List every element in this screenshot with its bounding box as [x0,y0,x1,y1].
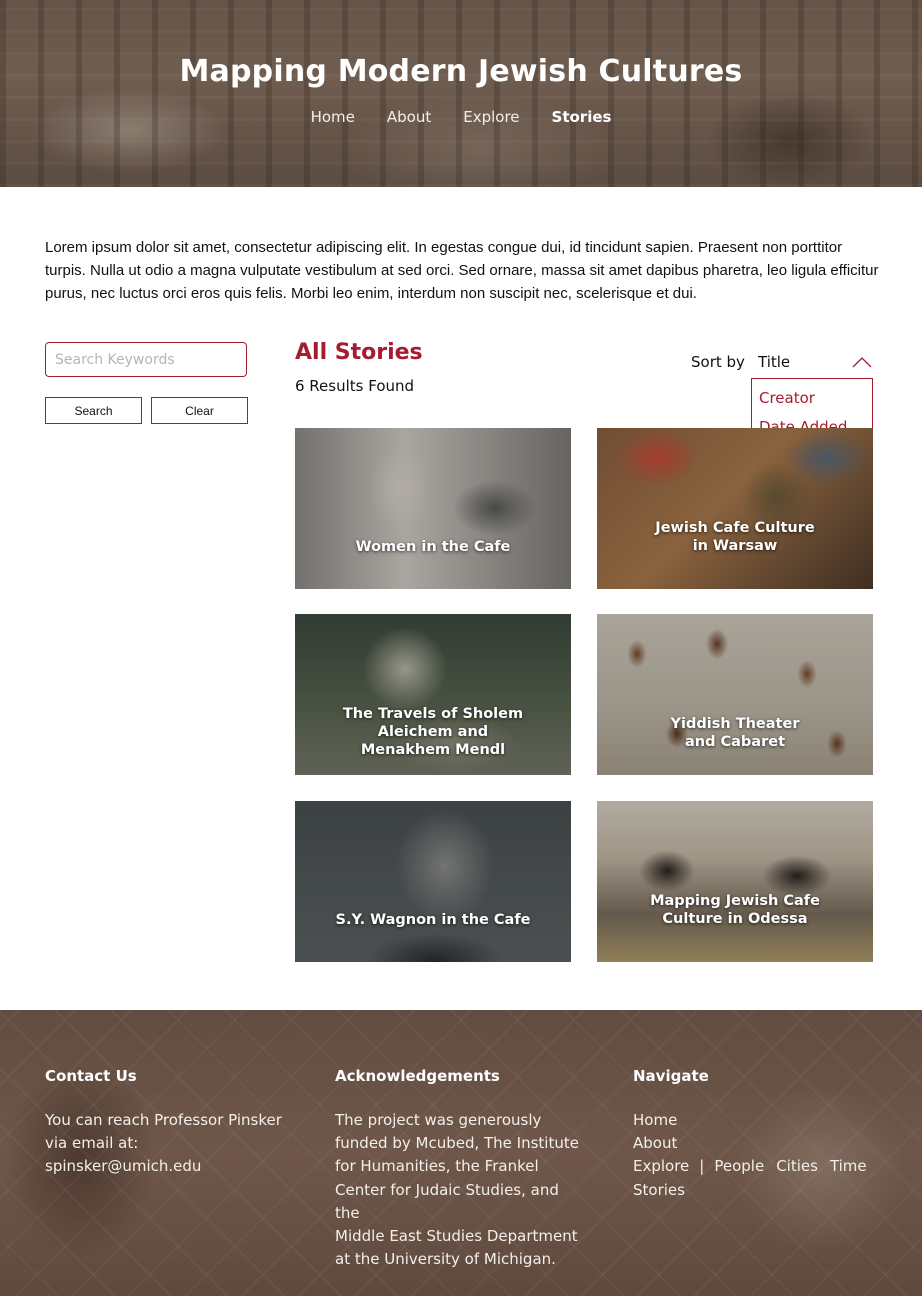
story-title-line: Aleichem and [377,723,489,740]
ack-line: Middle East Studies Department [335,1227,578,1246]
contact-text: You can reach Professor Pinsker via emai… [45,1109,295,1179]
sort-label: Sort by [691,353,745,371]
ack-line: Center for Judaic Studies, and the [335,1180,559,1222]
search-input[interactable] [45,342,247,377]
story-title-line: Menakhem Mendl [360,741,506,758]
story-title-line: Culture in Odessa [662,910,808,927]
ack-line: for Humanities, the Frankel [335,1157,539,1176]
footer-link-home[interactable]: Home [633,1109,867,1132]
story-card-wagnon[interactable]: S.Y. Wagnon in the Cafe [295,801,571,962]
site-title[interactable]: Mapping Modern Jewish Cultures [0,54,922,89]
ack-line: The project was generously [335,1111,542,1129]
story-card-title: Jewish Cafe Culture in Warsaw [617,428,853,589]
navigate-heading: Navigate [633,1067,709,1085]
site-footer: Contact Us You can reach Professor Pinsk… [0,1010,922,1296]
chevron-up-icon [852,357,872,368]
search-button[interactable]: Search [45,397,142,424]
stories-heading: All Stories [295,340,423,365]
story-card-sholem-aleichem[interactable]: The Travels of Sholem Aleichem and Menak… [295,614,571,775]
story-card-warsaw[interactable]: Jewish Cafe Culture in Warsaw [597,428,873,589]
contact-heading: Contact Us [45,1067,137,1085]
nav-explore[interactable]: Explore [463,108,519,126]
acknowledgements-text: The project was generously funded by Mcu… [335,1109,585,1271]
footer-link-time[interactable]: Time [830,1155,867,1178]
contact-line: via email at: spinsker@umich.edu [45,1134,202,1176]
nav-stories[interactable]: Stories [552,108,612,126]
story-card-title: Yiddish Theater and Cabaret [617,614,853,775]
story-card-title: Mapping Jewish Cafe Culture in Odessa [617,801,853,962]
header-overlay [0,0,922,187]
footer-link-stories[interactable]: Stories [633,1179,867,1202]
site-header: Mapping Modern Jewish Cultures Home Abou… [0,0,922,187]
story-card-women-in-the-cafe[interactable]: Women in the Cafe [295,428,571,589]
results-count: 6 Results Found [295,377,415,395]
story-title-line: and Cabaret [684,733,786,750]
sort-dropdown[interactable]: Title [752,346,874,378]
story-title-line: Women in the Cafe [355,538,511,555]
story-title-line: Mapping Jewish Cafe [650,892,820,909]
ack-line: at the University of Michigan. [335,1250,556,1269]
story-card-odessa[interactable]: Mapping Jewish Cafe Culture in Odessa [597,801,873,962]
story-card-yiddish-theater[interactable]: Yiddish Theater and Cabaret [597,614,873,775]
footer-link-explore[interactable]: Explore [633,1155,689,1178]
footer-link-cities[interactable]: Cities [776,1155,818,1178]
story-title-line: in Warsaw [692,537,778,554]
footer-explore-row: Explore | People Cities Time [633,1155,867,1178]
contact-line: You can reach Professor Pinsker [45,1111,282,1129]
intro-paragraph: Lorem ipsum dolor sit amet, consectetur … [45,239,879,302]
clear-button[interactable]: Clear [151,397,248,424]
story-title-line: Jewish Cafe Culture [655,519,815,536]
story-card-title: The Travels of Sholem Aleichem and Menak… [315,614,551,775]
footer-link-people[interactable]: People [714,1155,764,1178]
story-title-line: The Travels of Sholem [342,705,524,722]
story-card-title: Women in the Cafe [315,428,551,589]
story-card-title: S.Y. Wagnon in the Cafe [315,801,551,962]
nav-about[interactable]: About [387,108,431,126]
main-nav: Home About Explore Stories [0,108,922,126]
ack-line: funded by Mcubed, The Institute [335,1134,579,1153]
story-title-line: S.Y. Wagnon in the Cafe [335,911,531,928]
footer-link-about[interactable]: About [633,1132,867,1155]
sort-selected-value: Title [758,353,791,371]
acknowledgements-heading: Acknowledgements [335,1067,500,1085]
story-title-line: Yiddish Theater [670,715,800,732]
footer-separator: | [699,1157,705,1176]
sort-option-creator[interactable]: Creator [759,389,815,407]
footer-nav: Home About Explore | People Cities Time … [633,1109,867,1202]
nav-home[interactable]: Home [311,108,355,126]
